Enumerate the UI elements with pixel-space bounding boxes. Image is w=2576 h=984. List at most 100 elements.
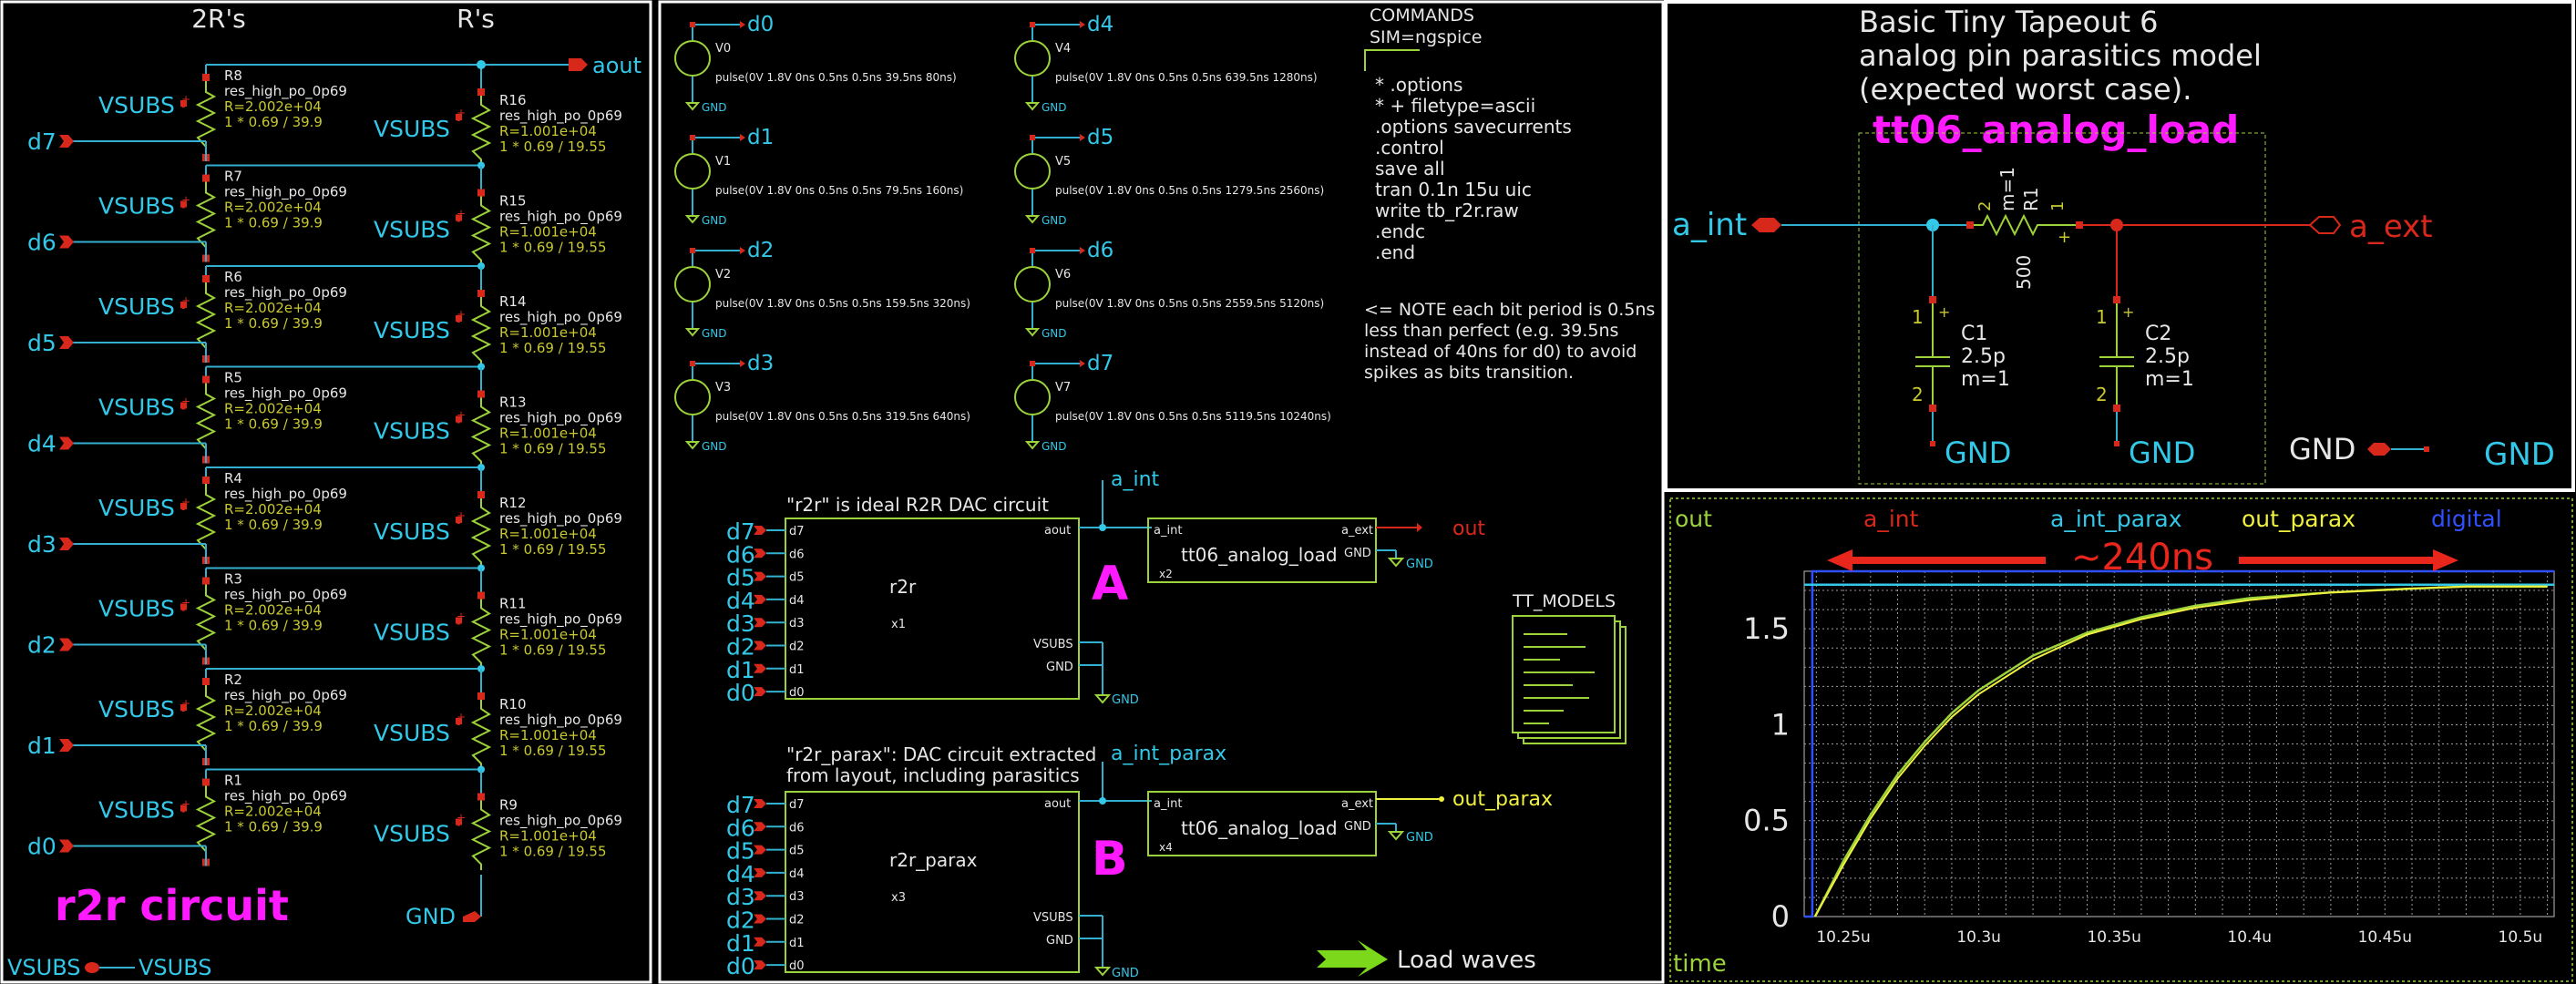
net-a-int-parax: a_int_parax — [1111, 743, 1226, 765]
title-line-3: (expected worst case). — [1859, 72, 2191, 107]
vsubs-label: VSUBS — [98, 395, 175, 421]
r1-value: 500 — [2013, 255, 2035, 290]
vsubs-label: VSUBS — [374, 116, 450, 142]
pin-label: d4 — [789, 594, 805, 608]
resistor-ref: R11 — [499, 596, 527, 612]
load-a-aint: a_int — [1154, 524, 1182, 538]
x-tick-label: 10.5u — [2499, 928, 2543, 947]
vsubs-label: VSUBS — [98, 193, 175, 220]
command-line: * + filetype=ascii — [1375, 95, 1535, 117]
resistor-ref: R2 — [224, 671, 242, 688]
resistor-ref: R10 — [499, 696, 527, 712]
digit-label: d5 — [27, 330, 56, 356]
block-b-letter: B — [1092, 832, 1128, 887]
pin-aout-label: aout — [1044, 524, 1071, 538]
gnd-net: GND — [1406, 831, 1433, 845]
resistor-mult: 1 * 0.69 / 39.9 — [224, 416, 323, 433]
pin-minus: - — [457, 618, 460, 630]
c2-pin-1 — [2113, 296, 2120, 303]
r1-plus: + — [2058, 228, 2071, 247]
resistor-ref: R16 — [499, 92, 527, 108]
source-name: V3 — [715, 381, 731, 395]
a-ext-label: a_ext — [2349, 209, 2433, 245]
resistor-mult: 1 * 0.69 / 19.55 — [499, 340, 607, 356]
source-net-label: d5 — [1087, 126, 1114, 149]
vsubs-label: VSUBS — [374, 518, 450, 545]
pin-gnd-label: GND — [1046, 661, 1073, 674]
y-tick-label: 0 — [1771, 899, 1790, 934]
command-line: .options savecurrents — [1375, 116, 1572, 138]
resistor-value: R=1.001e+04 — [499, 224, 597, 241]
source-name: V4 — [1055, 42, 1071, 56]
pin-vsubs-label: VSUBS — [1033, 638, 1073, 651]
junction-dot — [1099, 797, 1106, 805]
pin-aout-label: aout — [1044, 797, 1071, 811]
resistor-ref: R13 — [499, 395, 527, 411]
footer-vsubs-pin[interactable] — [85, 962, 99, 973]
net-out: out — [1452, 518, 1485, 540]
load-b-name: tt06_analog_load — [1181, 817, 1338, 839]
c2-mult: m=1 — [2145, 368, 2194, 391]
resistor-ref: R14 — [499, 293, 527, 310]
source-pulse: pulse(0V 1.8V 0ns 0.5ns 0.5ns 1279.5ns 2… — [1055, 184, 1324, 197]
annotation-duration: ~240ns — [2071, 537, 2213, 579]
footer-vsubs-net: VSUBS — [139, 955, 212, 980]
c2-pin2-num: 2 — [2096, 384, 2108, 405]
pin-minus: - — [181, 604, 185, 617]
pin-label: d1 — [789, 937, 805, 950]
source-gnd: GND — [702, 327, 727, 340]
digit-label: d1 — [27, 733, 56, 759]
c1-pin1-num: 1 — [1912, 306, 1924, 328]
source-net-label: d2 — [747, 239, 774, 262]
source-gnd: GND — [1042, 327, 1067, 340]
r2r-parax-block-name: r2r_parax — [889, 849, 978, 871]
resistor-value: R=2.002e+04 — [224, 602, 322, 619]
c2-value: 2.5p — [2145, 345, 2190, 368]
resistor-mult: 1 * 0.69 / 19.55 — [499, 441, 607, 457]
resistor-mult: 1 * 0.69 / 19.55 — [499, 240, 607, 256]
source-pulse: pulse(0V 1.8V 0ns 0.5ns 0.5ns 2559.5ns 5… — [1055, 297, 1324, 310]
r2r-parax-block-inst: x3 — [891, 891, 906, 905]
load-waves-label: Load waves — [1397, 947, 1536, 974]
pin-label: d3 — [789, 617, 805, 630]
r1-pin2-num: 2 — [1976, 201, 1995, 211]
note-line: <= NOTE each bit period is 0.5ns — [1364, 300, 1655, 320]
source-gnd: GND — [1042, 214, 1067, 227]
load-a-gnd: GND — [1344, 547, 1371, 560]
resistor-mult: 1 * 0.69 / 39.9 — [224, 517, 323, 533]
resistor-mult: 1 * 0.69 / 19.55 — [499, 844, 607, 860]
resistor-mult: 1 * 0.69 / 19.55 — [499, 541, 607, 558]
resistor-mult: 1 * 0.69 / 19.55 — [499, 138, 607, 155]
digit-label: d4 — [27, 431, 56, 457]
vsubs-label: VSUBS — [374, 217, 450, 243]
r1-pin-1 — [2076, 221, 2083, 229]
header-2r: 2R's — [191, 4, 246, 34]
source-gnd: GND — [1042, 101, 1067, 114]
command-line: .endc — [1375, 220, 1425, 242]
resistor-value: R=1.001e+04 — [499, 425, 597, 442]
c1-name: C1 — [1961, 323, 1987, 345]
tt-models-label: TT_MODELS — [1512, 591, 1616, 611]
schematic-canvas[interactable]: 2R's R's R8res_high_po_0p69R=2.002e+041 … — [0, 0, 2576, 984]
pin-gnd-label: GND — [1046, 934, 1073, 948]
source-gnd: GND — [702, 214, 727, 227]
resistor-ref: R5 — [224, 370, 242, 386]
legend-digital: digital — [2431, 506, 2502, 532]
resistor-value: R=2.002e+04 — [224, 98, 322, 115]
c1-pin2-num: 2 — [1912, 384, 1924, 405]
pin-label: d3 — [789, 890, 805, 904]
tt-models-document-icon[interactable] — [1512, 615, 1627, 744]
a-int-label: a_int — [1672, 207, 1747, 243]
header-r: R's — [457, 4, 495, 34]
pin-label: d0 — [789, 686, 805, 700]
source-pulse: pulse(0V 1.8V 0ns 0.5ns 0.5ns 319.5ns 64… — [715, 410, 970, 423]
c1-pin-2 — [1929, 405, 1936, 412]
resistor-mult: 1 * 0.69 / 39.9 — [224, 819, 323, 835]
resistor-value: R=2.002e+04 — [224, 501, 322, 518]
gnd-net: GND — [1112, 967, 1139, 980]
digit-label: d6 — [27, 230, 56, 256]
y-tick-label: 0.5 — [1743, 804, 1790, 838]
gnd-port-label: GND — [2289, 432, 2355, 466]
command-line: tran 0.1n 15u uic — [1375, 179, 1532, 200]
c1-mult: m=1 — [1961, 368, 2010, 391]
